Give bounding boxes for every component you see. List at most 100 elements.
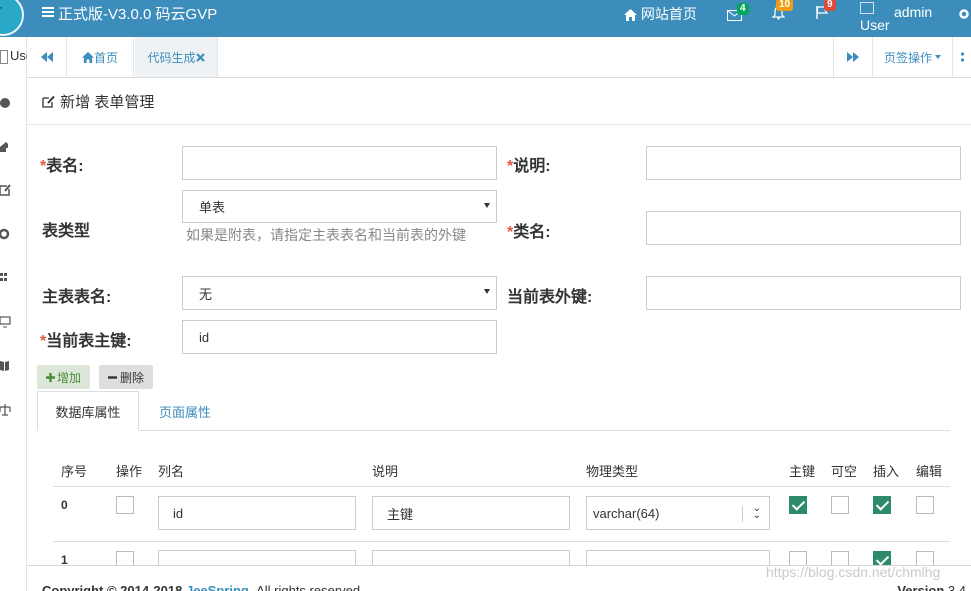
close-tab-icon[interactable]: [195, 52, 205, 62]
pk-checkbox[interactable]: [789, 496, 807, 514]
class-name-input[interactable]: [646, 211, 961, 245]
page-title-text: 新增 表单管理: [60, 94, 155, 111]
version: Version 3.4: [897, 583, 966, 591]
settings-button[interactable]: [958, 7, 970, 23]
column-name-input[interactable]: id: [158, 496, 356, 530]
pk-label-text: 当前表主键:: [46, 333, 132, 350]
tab-ops-dropdown[interactable]: 页签操作: [873, 37, 953, 77]
home-sidebar-icon[interactable]: [0, 141, 12, 153]
menu-toggle-icon[interactable]: [42, 5, 54, 19]
pk-label: *当前表主键:: [40, 327, 132, 351]
monitor-sidebar-icon[interactable]: [0, 316, 12, 328]
book-sidebar-icon[interactable]: [0, 360, 12, 372]
app-title-text: 正式版-V3.0.0 码云GVP: [58, 6, 218, 23]
brand-link[interactable]: JeeSpring.: [186, 583, 252, 591]
home-tab-icon: [82, 51, 94, 63]
comment-label: *说明:: [507, 152, 551, 176]
notifications-button[interactable]: 10: [771, 0, 794, 23]
tasks-button[interactable]: 9: [816, 0, 836, 22]
table-type-value: 单表: [199, 200, 226, 215]
tab-home[interactable]: 首页: [67, 37, 134, 77]
pk-value: id: [199, 329, 210, 345]
col-header-jdbc-type: 物理类型: [586, 464, 639, 479]
table-row-divider: [53, 541, 950, 542]
copyright-prefix: Copyright © 2014-2018: [42, 583, 183, 591]
table-type-help: 如果是附表，请指定主表表名和当前表的外键: [186, 227, 466, 243]
select-separator: [742, 506, 743, 522]
page-tab-bar: 首页 代码生成 页签操作: [27, 37, 971, 78]
class-name-label: *类名:: [507, 218, 551, 242]
add-row-label: 增加: [57, 370, 82, 385]
col-header-comment: 说明: [372, 464, 399, 479]
minus-icon: [108, 375, 117, 379]
table-header-divider: [53, 486, 950, 487]
parent-table-label: 主表表名:: [42, 289, 112, 306]
table-type-select[interactable]: 单表: [182, 190, 497, 223]
home-icon: [624, 9, 637, 22]
table-type-label: 表类型: [42, 223, 91, 240]
column-name-value: id: [173, 505, 184, 521]
col-header-seq: 序号: [61, 464, 88, 479]
add-row-button[interactable]: 增加: [37, 365, 91, 389]
cog-sidebar-icon[interactable]: [0, 228, 12, 240]
pk-input[interactable]: id: [182, 320, 497, 354]
table-name-label: *表名:: [40, 152, 84, 176]
edit-checkbox[interactable]: [916, 496, 934, 514]
table-scroll-area: [950, 430, 971, 564]
version-label: Version: [897, 583, 945, 591]
notifications-badge: 10: [776, 0, 794, 11]
version-value: 3.4: [947, 583, 966, 591]
edit-sidebar-icon[interactable]: [0, 184, 12, 196]
plus-icon: [46, 372, 55, 382]
sidebar-user-checkbox[interactable]: [0, 49, 8, 64]
row-seq: 0: [61, 498, 68, 512]
balance-sidebar-icon[interactable]: [0, 404, 12, 416]
tab-ops-label: 页签操作: [883, 50, 932, 65]
logo[interactable]: ✦: [0, 0, 24, 36]
sidebar-user-stub: Use: [0, 48, 33, 68]
messages-badge: 4: [737, 3, 749, 15]
column-comment-input[interactable]: 主键: [372, 496, 570, 530]
tasks-badge: 9: [824, 0, 836, 11]
copyright: Copyright © 2014-2018 JeeSpring. All rig…: [42, 583, 364, 591]
tab-db-props[interactable]: 数据库属性: [37, 391, 139, 431]
tab-home-label: 首页: [93, 50, 118, 65]
parent-fk-input[interactable]: [646, 276, 961, 310]
heading-divider: [27, 124, 971, 125]
parent-table-value: 无: [199, 286, 213, 302]
delete-row-button[interactable]: 删除: [99, 365, 154, 389]
parent-fk-label: 当前表外键:: [507, 289, 593, 306]
comment-input[interactable]: [646, 146, 961, 180]
col-header-column: 列名: [158, 464, 185, 479]
website-home-label: 网站首页: [640, 6, 697, 22]
tab-scroll-left-button[interactable]: [27, 37, 67, 77]
tab-scroll-right-button[interactable]: [833, 37, 873, 77]
forward-icon: [847, 52, 859, 62]
tab-more-button[interactable]: [953, 37, 971, 77]
page-title: 新增 表单管理: [42, 91, 154, 112]
website-home-link[interactable]: 网站首页: [624, 4, 697, 24]
tab-code-gen-label: 代码生成: [147, 50, 196, 65]
user-menu[interactable]: User admin: [860, 0, 932, 33]
col-header-pk: 主键: [789, 464, 816, 479]
jdbc-type-select[interactable]: varchar(64) ⌄ ⌄: [586, 496, 770, 530]
tab-code-gen[interactable]: 代码生成: [135, 37, 218, 77]
rights-text: All rights reserved.: [256, 583, 364, 591]
jdbc-type-value: varchar(64): [593, 505, 660, 521]
app-title[interactable]: 正式版-V3.0.0 码云GVP: [42, 3, 217, 24]
parent-table-select[interactable]: 无: [182, 276, 497, 310]
col-header-nullable: 可空: [831, 464, 858, 479]
backward-icon: [40, 52, 53, 62]
messages-button[interactable]: 4: [727, 3, 749, 24]
row-select-checkbox[interactable]: [116, 496, 134, 514]
dashboard-icon[interactable]: [0, 97, 12, 109]
nullable-checkbox[interactable]: [831, 496, 849, 514]
logo-mark-icon: ✦: [0, 0, 4, 17]
tab-page-props[interactable]: 页面属性: [139, 391, 231, 431]
comment-label-text: 说明:: [513, 158, 551, 175]
insert-checkbox[interactable]: [873, 496, 891, 514]
table-name-input[interactable]: [182, 146, 497, 180]
col-header-edit: 编辑: [916, 464, 943, 479]
double-chevron-down-icon: ⌄ ⌄: [752, 503, 761, 521]
grid-sidebar-icon[interactable]: [0, 272, 12, 284]
